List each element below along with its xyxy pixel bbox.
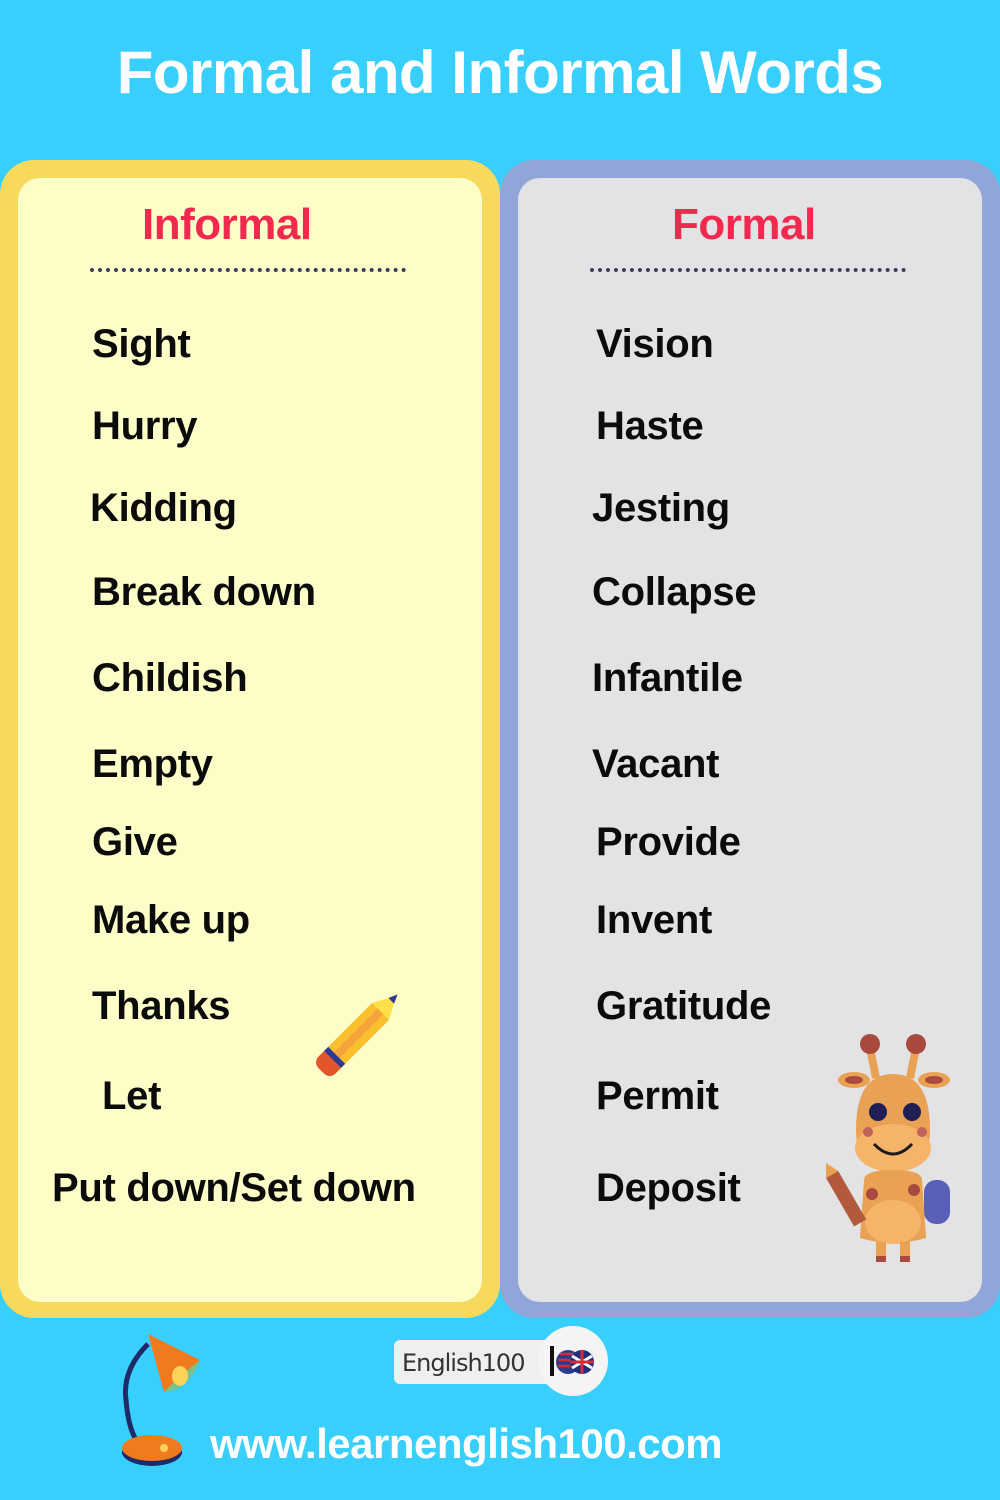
formal-word: Vacant [592, 742, 720, 786]
informal-card: Informal [0, 160, 500, 1318]
informal-word: Make up [92, 898, 250, 942]
formal-word: Infantile [592, 656, 743, 700]
informal-heading: Informal [142, 200, 312, 249]
informal-word: Break down [92, 570, 316, 614]
formal-word: Haste [596, 404, 704, 448]
formal-word: Invent [596, 898, 712, 942]
formal-word: Permit [596, 1074, 719, 1118]
english100-logo: English100 [394, 1340, 554, 1384]
informal-card-inner: Informal [18, 178, 482, 1302]
formal-word: Deposit [596, 1166, 741, 1210]
page-title: Formal and Informal Words [116, 39, 884, 106]
pencil-icon [316, 994, 398, 1076]
formal-word: Collapse [592, 570, 757, 614]
logo-text: English100 [402, 1349, 525, 1377]
formal-word: Jesting [592, 486, 730, 530]
informal-word: Give [92, 820, 178, 864]
informal-divider [90, 268, 406, 272]
informal-word: Hurry [92, 404, 198, 448]
formal-divider [590, 268, 906, 272]
informal-word: Put down/Set down [52, 1166, 416, 1210]
formal-word: Provide [596, 820, 741, 864]
informal-word: Let [102, 1074, 162, 1118]
informal-word: Thanks [92, 984, 231, 1028]
desk-lamp-icon [122, 1334, 200, 1466]
informal-word: Childish [92, 656, 248, 700]
logo-badge [538, 1326, 608, 1396]
formal-word: Gratitude [596, 984, 772, 1028]
informal-word: Kidding [90, 486, 237, 530]
informal-word: Sight [92, 322, 191, 366]
formal-heading: Formal [672, 200, 816, 249]
formal-word: Vision [596, 322, 714, 366]
informal-word: Empty [92, 742, 213, 786]
website-url[interactable]: www.learnenglish100.com [210, 1420, 723, 1468]
giraffe-icon [826, 1034, 950, 1262]
flag-badge-icon [550, 1346, 594, 1376]
